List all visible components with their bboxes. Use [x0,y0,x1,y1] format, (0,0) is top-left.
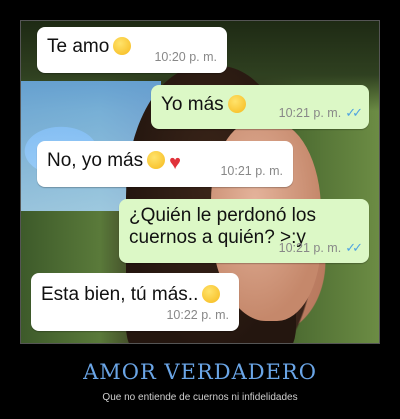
read-double-check-icon: ✓✓ [345,105,363,120]
heart-eyes-emoji-icon [113,37,132,55]
message-time: 10:22 p. m. [166,308,229,322]
caption-subtitle: Que no entiende de cuernos ni infidelida… [102,392,298,403]
message-meta: 10:21 p. m. ✓✓ [278,101,363,125]
message-time: 10:21 p. m. [278,241,342,255]
red-heart-emoji-icon: ♥ [169,152,181,174]
read-double-check-icon: ✓✓ [345,240,363,255]
message-bubble-incoming[interactable]: No, yo más ♥ 10:21 p. m. [37,141,293,187]
message-time: 10:20 p. m. [154,50,217,64]
caption-title: AMOR VERDADERO [83,360,317,384]
message-text-line: ¿Quién le perdonó los [129,205,316,226]
message-bubble-outgoing[interactable]: Yo más 10:21 p. m. ✓✓ [151,85,369,129]
heart-eyes-emoji-icon [147,151,166,169]
message-meta: 10:21 p. m. ✓✓ [278,237,363,259]
message-bubble-outgoing[interactable]: ¿Quién le perdonó los cuernos a quién? >… [119,199,369,263]
message-bubble-incoming[interactable]: Esta bien, tú más.. 10:22 p. m. [31,273,239,331]
smiling-face-emoji-icon [227,95,246,113]
chat-screenshot: Te amo 10:20 p. m. Yo más 10:21 p. m. ✓✓ … [20,20,380,344]
message-time: 10:21 p. m. [220,164,283,178]
message-bubble-incoming[interactable]: Te amo 10:20 p. m. [37,27,227,73]
message-time: 10:21 p. m. [278,106,342,120]
sweat-smile-emoji-icon [202,285,221,303]
